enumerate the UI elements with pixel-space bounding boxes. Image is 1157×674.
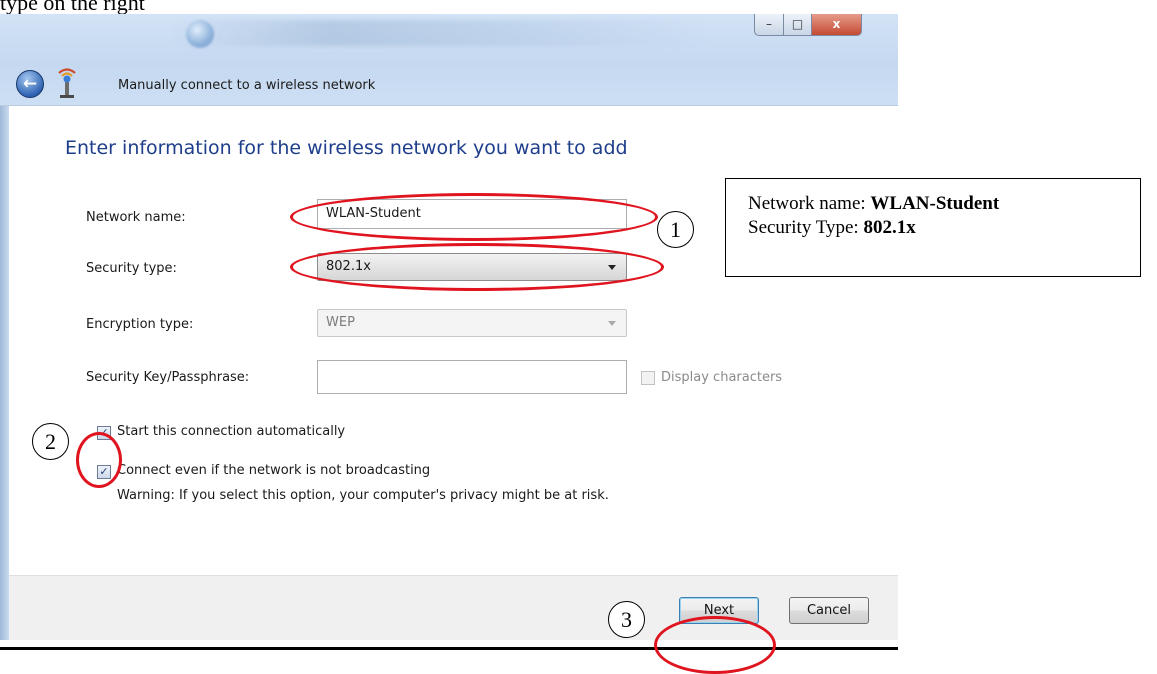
instruction-callout: Network name: WLAN-Student Security Type… xyxy=(725,178,1141,277)
window-controls: – □ x xyxy=(754,14,862,36)
step-1-marker: 1 xyxy=(657,211,694,248)
wizard-window: – □ x ← Manually connect to a wireless n… xyxy=(0,14,898,640)
step-2-marker: 2 xyxy=(32,423,69,460)
security-type-highlight xyxy=(290,243,664,291)
hidden-network-checkbox-highlight xyxy=(76,432,122,488)
chevron-down-icon xyxy=(608,321,616,326)
window-caption: Manually connect to a wireless network xyxy=(118,78,376,93)
encryption-type-label: Encryption type: xyxy=(86,317,194,332)
encryption-type-value: WEP xyxy=(326,315,355,330)
callout-security-line: Security Type: 802.1x xyxy=(748,216,1120,240)
blurred-background-window xyxy=(170,20,710,46)
callout-network-line: Network name: WLAN-Student xyxy=(748,192,1120,216)
page-heading: Enter information for the wireless netwo… xyxy=(65,137,628,159)
network-name-highlight xyxy=(290,193,658,241)
wireless-network-icon xyxy=(58,68,76,98)
display-characters-label: Display characters xyxy=(661,370,783,385)
next-button-highlight xyxy=(654,616,776,674)
network-name-label: Network name: xyxy=(86,210,186,225)
security-key-label: Security Key/Passphrase: xyxy=(86,370,250,385)
close-button[interactable]: x xyxy=(812,14,862,36)
globe-icon xyxy=(186,20,214,48)
window-left-border xyxy=(0,106,9,640)
cancel-button[interactable]: Cancel xyxy=(789,597,869,624)
privacy-warning-text: Warning: If you select this option, your… xyxy=(117,488,609,503)
title-bar: – □ x ← Manually connect to a wireless n… xyxy=(0,14,898,106)
security-type-label: Security type: xyxy=(86,261,177,276)
minimize-button[interactable]: – xyxy=(754,14,784,36)
maximize-button[interactable]: □ xyxy=(784,14,812,36)
start-automatically-label: Start this connection automatically xyxy=(117,424,346,439)
callout-security-value: 802.1x xyxy=(863,217,916,238)
step-3-marker: 3 xyxy=(608,601,645,638)
callout-network-label: Network name: xyxy=(748,193,871,214)
connect-hidden-label: Connect even if the network is not broad… xyxy=(117,463,431,478)
callout-network-value: WLAN-Student xyxy=(870,193,1000,214)
back-arrow-icon[interactable]: ← xyxy=(16,70,44,98)
callout-security-label: Security Type: xyxy=(748,217,864,238)
display-characters-checkbox[interactable] xyxy=(641,371,655,385)
encryption-type-select: WEP xyxy=(317,309,627,337)
security-key-input[interactable] xyxy=(317,360,627,394)
